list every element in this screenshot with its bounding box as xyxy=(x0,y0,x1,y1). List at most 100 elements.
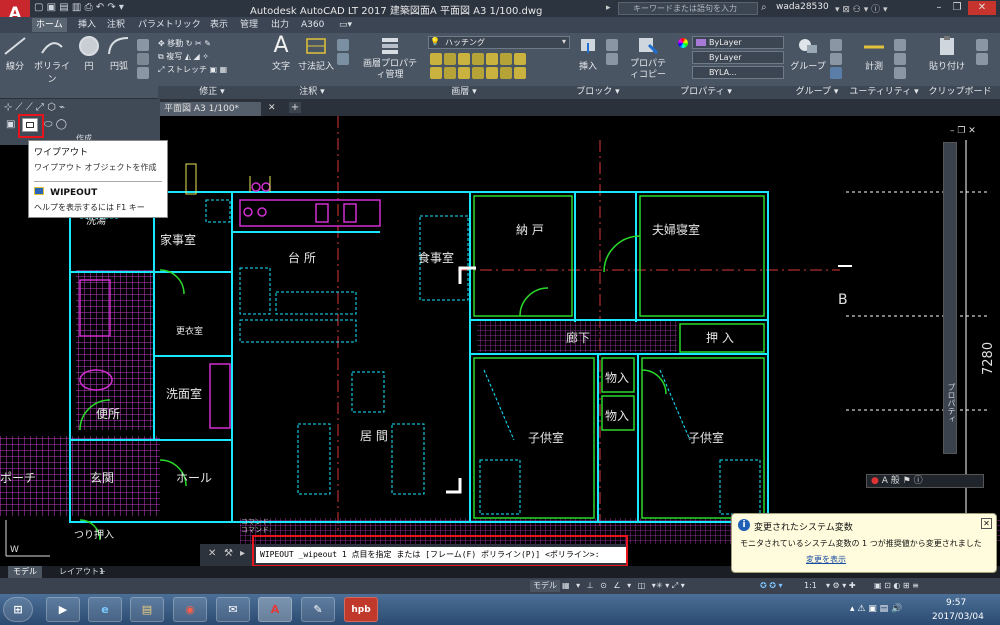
clipboard-more-icons[interactable] xyxy=(976,39,988,65)
insert-block-tool[interactable]: 挿入 xyxy=(574,35,602,72)
search-icon[interactable]: ⌕ xyxy=(761,2,767,13)
scale-icon[interactable]: ▣ xyxy=(210,65,218,74)
edit-block-icon[interactable] xyxy=(606,53,618,65)
modify-tools[interactable]: ✥ 移動 ↻ ✂ ✎ ⧉ 複写 ◭ ◢ ✧ ⤢ ストレッチ ▣ ▦ xyxy=(158,37,227,76)
layer-icon-4[interactable] xyxy=(472,53,484,65)
panel-title-properties[interactable]: プロパティ ▾ xyxy=(626,86,786,99)
layer-icon-12[interactable] xyxy=(486,67,498,79)
command-close-icon[interactable]: ✕ xyxy=(208,548,216,559)
clock-date[interactable]: 2017/03/04 xyxy=(932,612,984,622)
panel-title-utilities[interactable]: ユーティリティ ▾ xyxy=(848,86,920,99)
id-point-icon[interactable] xyxy=(894,67,906,79)
circle-tool[interactable]: 円 xyxy=(76,35,102,72)
copy-label[interactable]: 複写 xyxy=(166,52,182,61)
block-more-icons[interactable] xyxy=(606,39,618,65)
copy-icon[interactable]: ⧉ xyxy=(158,52,164,61)
stretch-icon[interactable]: ⤢ xyxy=(158,65,164,74)
arc-tool[interactable]: 円弧 xyxy=(106,35,132,72)
create-block-icon[interactable] xyxy=(606,39,618,51)
layer-icon-1[interactable] xyxy=(430,53,442,65)
palette-region-icon[interactable]: ▣ xyxy=(6,119,15,130)
panel-title-block[interactable]: ブロック ▾ xyxy=(570,86,626,99)
scale-selector[interactable]: 1:1 xyxy=(804,580,817,592)
tab-parametric[interactable]: パラメトリック xyxy=(134,18,205,32)
annotation-visibility-icon[interactable]: ✪ ✪ ▾ xyxy=(760,580,783,592)
redo-icon[interactable]: ↷ xyxy=(107,2,115,13)
annot-visibility-icon[interactable]: ● xyxy=(871,476,879,486)
minimize-button[interactable]: – xyxy=(932,1,946,15)
panel-title-layer[interactable]: 画層 ▾ xyxy=(358,86,570,99)
layer-icon-7[interactable] xyxy=(514,53,526,65)
clock-time[interactable]: 9:57 xyxy=(946,598,966,608)
copy-clip-icon[interactable] xyxy=(976,53,988,65)
ungroup-icon[interactable] xyxy=(830,39,842,51)
layer-icon-14[interactable] xyxy=(514,67,526,79)
taskbar-ie[interactable]: e xyxy=(88,597,122,622)
annotation-more-icons[interactable] xyxy=(337,39,349,65)
move-icon[interactable]: ✥ xyxy=(158,39,165,48)
layer-icon-10[interactable] xyxy=(458,67,470,79)
undo-icon[interactable]: ↶ xyxy=(96,2,104,13)
panel-title-group[interactable]: グループ ▾ xyxy=(786,86,848,99)
taskbar-explorer[interactable]: ▤ xyxy=(130,597,164,622)
layer-tool-icons[interactable] xyxy=(430,53,526,79)
model-space-button[interactable]: モデル xyxy=(530,580,560,592)
lineweight-dropdown[interactable]: BYLA... xyxy=(692,66,784,79)
new-file-icon[interactable]: ▢ xyxy=(34,2,43,13)
ribbon-options-icon[interactable]: ▭▾ xyxy=(335,18,356,32)
panel-title-modify[interactable]: 修正 ▾ xyxy=(158,86,266,99)
tab-output[interactable]: 出力 xyxy=(267,18,293,32)
leader-icon[interactable] xyxy=(337,39,349,51)
region-icon[interactable] xyxy=(137,67,149,79)
layer-icon-11[interactable] xyxy=(472,67,484,79)
layer-icon-13[interactable] xyxy=(500,67,512,79)
taskbar-paint[interactable]: ✎ xyxy=(301,597,335,622)
panel-title-clipboard[interactable]: クリップボード xyxy=(920,86,1000,99)
layer-icon-2[interactable] xyxy=(444,53,456,65)
line-tool[interactable]: 線分 xyxy=(2,35,28,72)
tab-home[interactable]: ホーム xyxy=(32,18,67,32)
palette-draw-icons-row[interactable]: ⊹ ⟋ ⟋ ⤢ ⬡ ⌁ xyxy=(4,102,65,113)
color-dropdown[interactable]: ByLayer xyxy=(692,36,784,49)
linetype-dropdown[interactable]: ByLayer xyxy=(692,51,784,64)
trim-icon[interactable]: ✂ xyxy=(195,39,202,48)
paste-tool[interactable]: 貼り付け xyxy=(924,35,970,72)
tab-view[interactable]: 表示 xyxy=(206,18,232,32)
taskbar-mail[interactable]: ✉ xyxy=(216,597,250,622)
close-button[interactable]: ✕ xyxy=(968,1,996,15)
taskbar-chrome[interactable]: ◉ xyxy=(173,597,207,622)
search-expand-icon[interactable]: ▸ xyxy=(606,3,611,13)
file-tab-drawing[interactable]: 平面図 A3 1/100* xyxy=(160,102,262,116)
taskbar-autocad[interactable]: A xyxy=(258,597,292,622)
stretch-label[interactable]: ストレッチ xyxy=(167,65,207,74)
quick-select-icon[interactable] xyxy=(894,39,906,51)
annotation-scale[interactable]: A 般 xyxy=(882,476,900,486)
tab-insert[interactable]: 挿入 xyxy=(74,18,100,32)
rotate-icon[interactable]: ↻ xyxy=(186,39,193,48)
tab-add-layout[interactable]: + xyxy=(94,566,111,578)
array-icon[interactable]: ▦ xyxy=(220,65,228,74)
quick-access-toolbar[interactable]: ▢ ▣ ▤ ▥ ⎙ ↶ ↷ ▾ xyxy=(34,2,124,15)
new-tab-button[interactable]: + xyxy=(289,102,301,113)
layer-dropdown[interactable]: ハッチング xyxy=(428,36,570,49)
tray-icons[interactable]: ▴ ⚠ ▣ ▤ 🔊 xyxy=(850,604,902,614)
layer-dropdown-arrow-icon[interactable]: ▾ xyxy=(562,37,566,46)
annotation-scale-bar[interactable]: ● A 般 ⚑ ⓘ xyxy=(866,474,984,488)
layer-icon-3[interactable] xyxy=(458,53,470,65)
tab-a360[interactable]: A360 xyxy=(297,18,328,32)
measure-tool[interactable]: 計測 xyxy=(858,35,890,72)
hatch-icon[interactable] xyxy=(137,53,149,65)
group-tool[interactable]: グループ xyxy=(788,35,828,72)
file-tab-close-icon[interactable]: ✕ xyxy=(268,103,276,113)
save-icon[interactable]: ▤ xyxy=(59,2,68,13)
layer-icon-6[interactable] xyxy=(500,53,512,65)
group-select-icon[interactable] xyxy=(830,67,842,79)
text-tool[interactable]: A 文字 xyxy=(268,35,294,73)
offset-icon[interactable]: ✎ xyxy=(204,39,211,48)
polyline-tool[interactable]: ポリライン xyxy=(30,35,74,85)
table-icon[interactable] xyxy=(337,53,349,65)
restore-button[interactable]: ❐ xyxy=(950,1,964,15)
explode-icon[interactable]: ✧ xyxy=(202,52,209,61)
saveas-icon[interactable]: ▥ xyxy=(72,2,81,13)
group-edit-icon[interactable] xyxy=(830,53,842,65)
